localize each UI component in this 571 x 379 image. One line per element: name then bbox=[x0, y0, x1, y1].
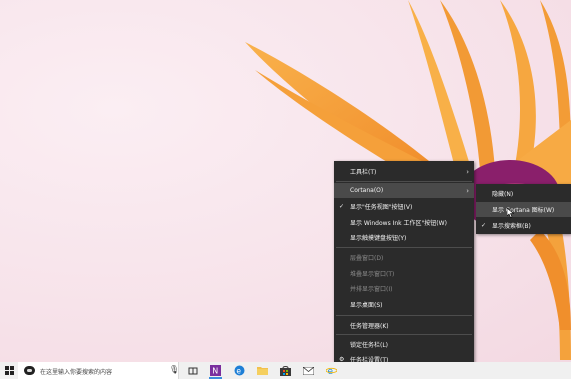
task-view-icon[interactable] bbox=[186, 364, 199, 377]
menu-item-cascade: 层叠窗口(D) bbox=[334, 250, 474, 265]
store-icon[interactable] bbox=[279, 364, 292, 377]
submenu-item-show-search-box[interactable]: ✓ 显示搜索框(B) bbox=[476, 218, 571, 233]
menu-item-label: 显示桌面(S) bbox=[350, 302, 383, 309]
menu-item-label: 显示触摸键盘按钮(Y) bbox=[350, 235, 407, 242]
menu-item-toolbars[interactable]: 工具栏(T) › bbox=[334, 164, 474, 179]
menu-item-label: 显示搜索框(B) bbox=[492, 223, 531, 230]
menu-item-label: Cortana(O) bbox=[350, 187, 384, 194]
windows-logo-icon bbox=[4, 366, 14, 375]
cortana-submenu: 隐藏(N) 显示 Cortana 图标(W) ✓ 显示搜索框(B) bbox=[476, 184, 571, 234]
checkmark-icon: ✓ bbox=[481, 222, 487, 229]
menu-item-label: 工具栏(T) bbox=[350, 169, 377, 176]
menu-item-side-by-side: 并排显示窗口(I) bbox=[334, 281, 474, 296]
onenote-icon[interactable]: N bbox=[209, 364, 222, 379]
menu-divider bbox=[336, 247, 472, 248]
taskbar: 在这里输入你要搜索的内容 🎙 N e e bbox=[0, 362, 571, 379]
menu-item-show-task-view[interactable]: ✓ 显示"任务视图"按钮(V) bbox=[334, 199, 474, 214]
menu-item-label: 并排显示窗口(I) bbox=[350, 286, 393, 293]
start-button[interactable] bbox=[0, 362, 18, 379]
menu-divider bbox=[336, 334, 472, 335]
svg-text:N: N bbox=[212, 367, 218, 376]
menu-divider bbox=[336, 315, 472, 316]
menu-divider bbox=[336, 181, 472, 182]
menu-item-show-desktop[interactable]: 显示桌面(S) bbox=[334, 297, 474, 312]
menu-item-label: 显示"任务视图"按钮(V) bbox=[350, 204, 413, 211]
menu-item-label: 锁定任务栏(L) bbox=[350, 342, 389, 349]
menu-item-label: 显示 Cortana 图标(W) bbox=[492, 207, 555, 214]
menu-item-show-touch-keyboard[interactable]: 显示触摸键盘按钮(Y) bbox=[334, 230, 474, 245]
mail-icon[interactable] bbox=[302, 364, 315, 377]
ie-icon[interactable]: e bbox=[325, 364, 338, 377]
menu-item-task-manager[interactable]: 任务管理器(K) bbox=[334, 318, 474, 333]
search-placeholder: 在这里输入你要搜索的内容 bbox=[40, 369, 113, 376]
desktop-wallpaper bbox=[0, 0, 571, 362]
cortana-icon[interactable] bbox=[24, 366, 35, 375]
chevron-right-icon: › bbox=[466, 186, 469, 195]
menu-item-label: 层叠窗口(D) bbox=[350, 255, 384, 262]
menu-item-cortana[interactable]: Cortana(O) › bbox=[334, 183, 474, 198]
menu-item-stack: 堆叠显示窗口(T) bbox=[334, 266, 474, 281]
taskbar-context-menu: 工具栏(T) › Cortana(O) › ✓ 显示"任务视图"按钮(V) 显示… bbox=[334, 161, 474, 367]
menu-item-lock-taskbar[interactable]: 锁定任务栏(L) bbox=[334, 337, 474, 352]
menu-item-label: 任务管理器(K) bbox=[350, 323, 389, 330]
file-explorer-icon[interactable] bbox=[256, 364, 269, 377]
checkmark-icon: ✓ bbox=[339, 203, 345, 210]
search-box[interactable]: 在这里输入你要搜索的内容 🎙 bbox=[18, 362, 179, 379]
menu-item-label: 堆叠显示窗口(T) bbox=[350, 271, 395, 278]
submenu-item-hidden[interactable]: 隐藏(N) bbox=[476, 186, 571, 201]
mouse-cursor-icon bbox=[507, 208, 514, 218]
menu-item-label: 显示 Windows Ink 工作区"按钮(W) bbox=[350, 220, 447, 227]
menu-item-label: 隐藏(N) bbox=[492, 191, 514, 198]
edge-icon[interactable]: e bbox=[233, 364, 246, 377]
chevron-right-icon: › bbox=[466, 167, 469, 176]
menu-item-show-ink-workspace[interactable]: 显示 Windows Ink 工作区"按钮(W) bbox=[334, 215, 474, 230]
submenu-item-show-cortana-icon[interactable]: 显示 Cortana 图标(W) bbox=[476, 202, 571, 217]
flower-image bbox=[245, 0, 571, 360]
microphone-icon[interactable]: 🎙 bbox=[169, 365, 179, 374]
svg-text:e: e bbox=[236, 366, 241, 375]
